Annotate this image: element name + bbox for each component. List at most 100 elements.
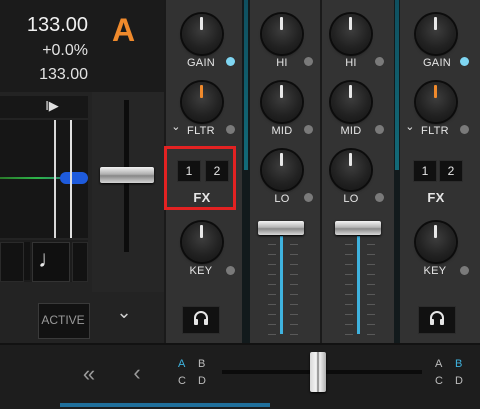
hi-knob-1[interactable] (262, 14, 302, 54)
right-assign-b[interactable]: B (455, 358, 462, 370)
right-assign-d[interactable]: D (455, 375, 463, 387)
right-assign-c[interactable]: C (435, 375, 443, 387)
loop-cell-left-2[interactable] (24, 242, 30, 280)
fader-scale-tick (290, 314, 298, 315)
deck-a-bpm: 133.00 (26, 14, 88, 36)
fader-scale-tick (345, 264, 353, 265)
meter-left-fill (244, 0, 248, 170)
fader-scale-tick (367, 244, 375, 245)
fader-scale-tick (345, 324, 353, 325)
channel-fader-level-1 (280, 236, 283, 334)
channel-fader-handle-1[interactable] (258, 221, 304, 235)
fader-scale-tick (290, 304, 298, 305)
fader-scale-tick (345, 334, 353, 335)
waveform-peaks (60, 172, 88, 184)
play-pause-icon[interactable]: I▶ (32, 98, 72, 114)
filter-knob-left[interactable] (182, 82, 222, 122)
key-knob-left[interactable] (182, 222, 222, 262)
fader-scale-tick (367, 324, 375, 325)
gain-knob-right[interactable] (416, 14, 456, 54)
fader-scale-tick (290, 274, 298, 275)
key-knob-right[interactable] (416, 222, 456, 262)
crossfader-bar (0, 343, 480, 409)
tempo-fader-handle[interactable] (100, 167, 154, 183)
hi-led-1 (304, 57, 313, 66)
fader-scale-tick (290, 324, 298, 325)
mid-knob-1[interactable] (262, 82, 302, 122)
right-assign-a[interactable]: A (435, 358, 442, 370)
left-assign-c[interactable]: C (178, 375, 186, 387)
fader-scale-tick (268, 334, 276, 335)
fader-scale-tick (345, 304, 353, 305)
fader-scale-tick (367, 314, 375, 315)
fader-scale-tick (268, 294, 276, 295)
lo-led-2 (375, 193, 384, 202)
back-icon[interactable]: ‹ (128, 360, 146, 386)
gain-label-right: GAIN (422, 57, 452, 69)
filter-label-right: FLTR (421, 125, 449, 137)
fx-label-right: FX (427, 190, 445, 205)
hi-label-2: HI (345, 57, 357, 69)
left-assign-d[interactable]: D (198, 375, 206, 387)
fader-scale-tick (290, 244, 298, 245)
fader-scale-tick (268, 314, 276, 315)
fader-scale-tick (268, 304, 276, 305)
fader-scale-tick (345, 244, 353, 245)
key-led-right (460, 266, 469, 275)
mid-label-2: MID (340, 125, 362, 137)
deck-a-tempo: 133.00 (39, 66, 88, 83)
lo-knob-1[interactable] (262, 150, 302, 190)
hi-led-2 (375, 57, 384, 66)
hi-knob-2[interactable] (331, 14, 371, 54)
lo-knob-2[interactable] (331, 150, 371, 190)
rewind-icon[interactable]: « (78, 361, 100, 387)
gain-label-left: GAIN (186, 57, 216, 69)
key-led-left (226, 266, 235, 275)
gain-led-left (226, 57, 235, 66)
fader-scale-tick (367, 294, 375, 295)
lo-label-1: LO (274, 193, 290, 205)
channel-fader-level-2 (357, 236, 360, 334)
filter-chevron-left[interactable]: ⌄ (170, 120, 182, 133)
headphones-icon-right (430, 311, 444, 325)
fx-unit-2-button-right[interactable]: 2 (439, 160, 463, 182)
meter-right-fill (395, 0, 399, 170)
fader-scale-tick (367, 334, 375, 335)
fader-scale-tick (268, 244, 276, 245)
fader-scale-tick (367, 274, 375, 275)
fader-scale-tick (367, 264, 375, 265)
filter-knob-right[interactable] (416, 82, 456, 122)
bottom-progress (60, 403, 270, 407)
fader-scale-tick (367, 284, 375, 285)
headphones-icon-left (194, 311, 208, 325)
mid-label-1: MID (271, 125, 293, 137)
fader-scale-tick (345, 274, 353, 275)
key-label-left: KEY (189, 265, 213, 277)
loop-cell-right[interactable] (72, 242, 88, 282)
fx-unit-1-button-right[interactable]: 1 (413, 160, 437, 182)
fader-scale-tick (290, 334, 298, 335)
left-assign-a[interactable]: A (178, 358, 185, 370)
gain-knob-left[interactable] (182, 14, 222, 54)
mid-led-1 (304, 125, 313, 134)
waveform-line (0, 177, 62, 179)
filter-chevron-right[interactable]: ⌄ (404, 120, 416, 133)
fader-scale-tick (367, 304, 375, 305)
fader-scale-tick (268, 254, 276, 255)
channel-fader-handle-2[interactable] (335, 221, 381, 235)
left-assign-b[interactable]: B (198, 358, 205, 370)
playhead-marker-2 (70, 120, 72, 238)
fader-scale-tick (345, 284, 353, 285)
deck-a-chevron[interactable]: ⌄ (112, 302, 136, 323)
loop-cell-left[interactable] (0, 242, 24, 282)
crossfader-handle[interactable] (310, 352, 326, 392)
lo-led-1 (304, 193, 313, 202)
deck-a-pitch: +0.0% (42, 42, 88, 59)
mid-knob-2[interactable] (331, 82, 371, 122)
mid-led-2 (375, 125, 384, 134)
fader-scale-tick (290, 284, 298, 285)
fader-scale-tick (268, 264, 276, 265)
filter-label-left: FLTR (187, 125, 215, 137)
fader-scale-tick (268, 284, 276, 285)
fx-highlight-box (164, 146, 236, 210)
